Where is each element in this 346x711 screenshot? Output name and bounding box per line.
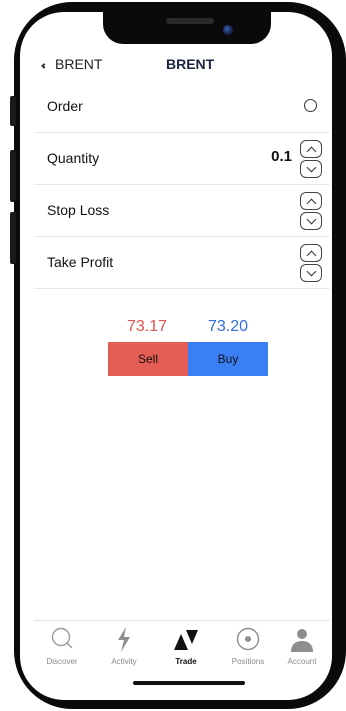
take-profit-decrease-button[interactable] <box>300 264 322 282</box>
order-row[interactable]: Order <box>34 81 330 133</box>
buy-button[interactable]: Buy <box>188 342 268 376</box>
phone-side-button <box>10 96 16 126</box>
person-icon <box>272 625 332 653</box>
back-button[interactable]: BRENT <box>55 56 102 72</box>
page-title: BRENT <box>166 56 215 72</box>
chevron-up-icon <box>306 250 317 261</box>
bolt-icon <box>94 625 154 653</box>
buy-price: 73.20 <box>207 318 249 335</box>
chevron-down-icon <box>306 162 317 173</box>
tab-account[interactable]: Account <box>272 625 332 669</box>
take-profit-increase-button[interactable] <box>300 244 322 262</box>
chevron-up-icon <box>306 146 317 157</box>
stop-loss-increase-button[interactable] <box>300 192 322 210</box>
home-indicator[interactable] <box>133 681 245 685</box>
stop-loss-decrease-button[interactable] <box>300 212 322 230</box>
tab-activity-label: Activity <box>111 657 137 666</box>
stop-loss-label: Stop Loss <box>47 202 110 218</box>
take-profit-stepper <box>300 244 322 282</box>
tab-activity[interactable]: Activity <box>94 625 154 669</box>
phone-side-button <box>10 150 16 202</box>
stop-loss-row: Stop Loss <box>34 185 330 237</box>
order-label: Order <box>47 98 83 114</box>
chevron-up-icon <box>306 198 317 209</box>
phone-speaker <box>166 18 214 24</box>
tab-discover-label: Discover <box>46 657 78 666</box>
take-profit-label: Take Profit <box>47 254 114 270</box>
sell-price: 73.17 <box>126 318 168 335</box>
quantity-decrease-button[interactable] <box>300 160 322 178</box>
tab-trade-label: Trade <box>175 657 197 666</box>
tab-discover[interactable]: Discover <box>32 625 92 669</box>
positions-icon <box>218 625 278 653</box>
chevron-down-icon <box>306 214 317 225</box>
take-profit-row: Take Profit <box>34 237 330 289</box>
back-chevron-icon[interactable] <box>41 63 47 69</box>
order-radio-button[interactable] <box>304 99 317 112</box>
tab-positions[interactable]: Positions <box>218 625 278 669</box>
phone-camera <box>223 25 233 35</box>
quantity-increase-button[interactable] <box>300 140 322 158</box>
sell-button[interactable]: Sell <box>108 342 188 376</box>
quantity-label: Quantity <box>47 150 100 166</box>
chevron-down-icon <box>306 266 317 277</box>
tab-account-label: Account <box>287 657 317 666</box>
stop-loss-stepper <box>300 192 322 230</box>
quantity-row: Quantity 0.1 <box>34 133 330 185</box>
navigation-bar: BRENT BRENT <box>34 50 330 80</box>
trade-icon <box>156 625 216 653</box>
search-icon <box>32 625 92 653</box>
tab-bar: Discover Activity Trade Positions Accoun… <box>34 620 330 670</box>
tab-positions-label: Positions <box>231 657 265 666</box>
phone-side-button <box>10 212 16 264</box>
tab-trade[interactable]: Trade <box>156 625 216 669</box>
quantity-value[interactable]: 0.1 <box>271 148 292 165</box>
quantity-stepper <box>300 140 322 178</box>
